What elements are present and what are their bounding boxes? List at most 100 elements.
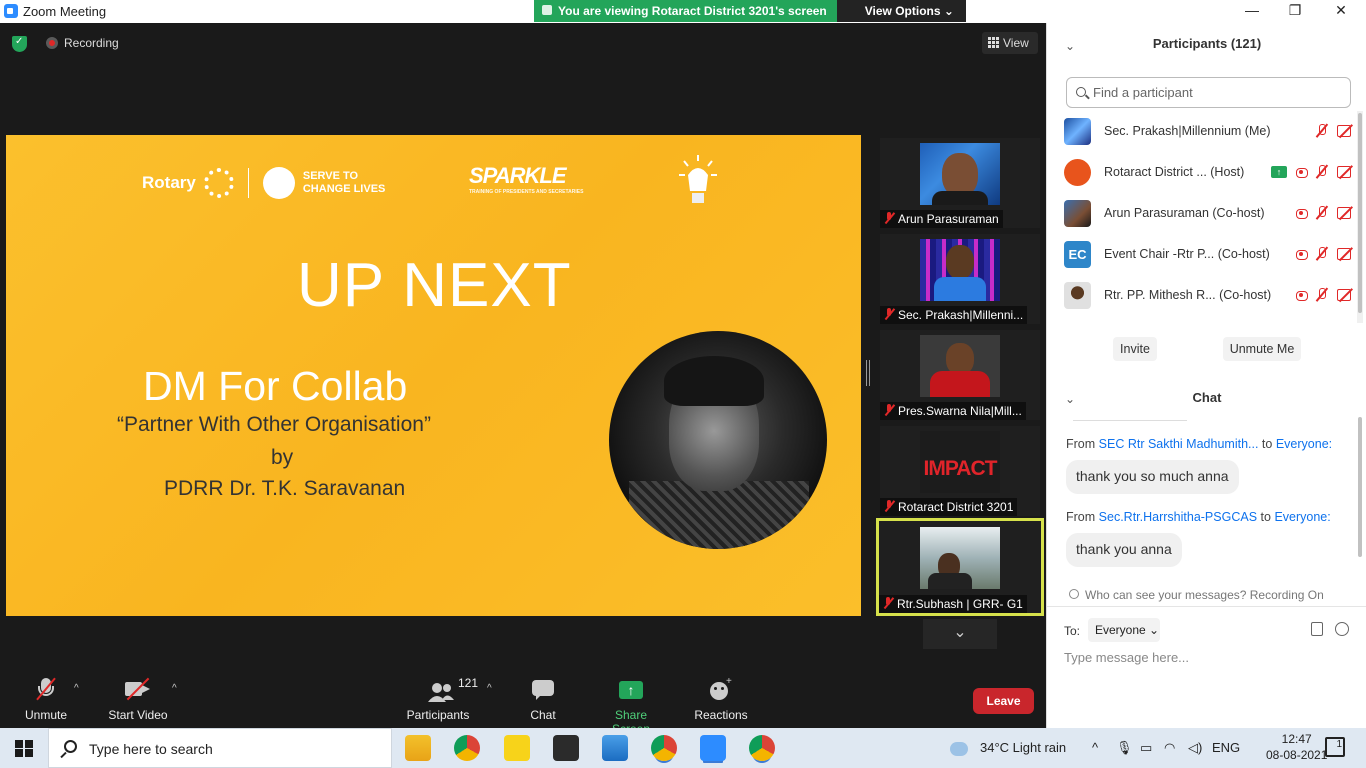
- invite-button[interactable]: Invite: [1113, 337, 1157, 361]
- language-indicator[interactable]: ENG: [1212, 740, 1240, 755]
- reactions-button[interactable]: + Reactions: [693, 676, 749, 722]
- recipient-select[interactable]: Everyone ⌄: [1088, 618, 1160, 642]
- participants-options-caret[interactable]: ^: [487, 683, 492, 694]
- participant-row[interactable]: Rotaract District ... (Host) ↑: [1064, 157, 1354, 187]
- volume-icon[interactable]: ◁): [1188, 740, 1202, 756]
- notification-center-icon[interactable]: 1: [1325, 737, 1345, 757]
- clock-time: 12:47: [1281, 732, 1312, 746]
- participants-button[interactable]: 121 Participants: [404, 676, 478, 722]
- find-participant-input[interactable]: Find a participant: [1066, 77, 1351, 108]
- mic-muted-icon: [884, 212, 894, 224]
- view-button[interactable]: View: [982, 32, 1038, 54]
- participants-scrollbar[interactable]: [1357, 111, 1363, 323]
- start-video-button[interactable]: Start Video: [106, 677, 170, 722]
- microphone-icon[interactable]: 🎙: [1116, 740, 1133, 756]
- video-options-caret[interactable]: ^: [172, 683, 177, 694]
- participant-photo: [920, 143, 1000, 205]
- participant-photo: IMPACT: [920, 431, 1000, 493]
- view-options-button[interactable]: View Options ⌄: [836, 0, 966, 22]
- speaker-name: PDRR Dr. T.K. Saravanan: [164, 477, 406, 500]
- close-button[interactable]: ✕: [1318, 0, 1364, 22]
- player-icon[interactable]: [504, 735, 530, 761]
- participant-name: Event Chair -Rtr P... (Co-host): [1104, 247, 1270, 261]
- viewing-banner-text: You are viewing Rotaract District 3201's…: [558, 4, 827, 18]
- participant-row[interactable]: Rtr. PP. Mithesh R... (Co-host): [1064, 280, 1354, 310]
- windows-taskbar: Type here to search 34°C Light rain ^ 🎙 …: [0, 728, 1366, 768]
- chat-bubble-icon: [532, 678, 554, 702]
- zoom-taskbar-icon[interactable]: [700, 735, 726, 761]
- recording-indicator: Recording: [46, 36, 119, 50]
- battery-icon[interactable]: ▭: [1140, 740, 1152, 756]
- sparkle-subtitle: TRAINING OF PRESIDENTS AND SECRETARIES: [469, 189, 584, 195]
- meeting-area: Recording View Rotary SERVE TOCHANGE LIV…: [0, 23, 1046, 736]
- store-icon[interactable]: [553, 735, 579, 761]
- minimize-button[interactable]: —: [1229, 0, 1275, 22]
- mic-muted-icon: [1315, 287, 1329, 302]
- recording-icon: [1295, 290, 1308, 301]
- mic-muted-icon: [884, 500, 894, 512]
- chat-recipient[interactable]: Everyone:: [1274, 510, 1330, 524]
- to-label: To:: [1064, 624, 1081, 638]
- maximize-button[interactable]: ❐: [1272, 0, 1318, 22]
- emoji-icon[interactable]: [1335, 622, 1349, 636]
- up-next-heading: UP NEXT: [297, 251, 572, 320]
- chat-scrollbar[interactable]: [1357, 413, 1363, 573]
- unmute-label: Unmute: [24, 708, 68, 722]
- chrome-icon[interactable]: [651, 735, 677, 761]
- video-thumbnail[interactable]: Pres.Swarna Nila|Mill...: [880, 330, 1040, 420]
- speaker-photo: [609, 331, 827, 549]
- rotary-text: Rotary: [142, 173, 196, 192]
- photos-icon[interactable]: [602, 735, 628, 761]
- video-thumbnail-active-speaker[interactable]: Rtr.Subhash | GRR- G1: [876, 518, 1044, 616]
- chat-sender[interactable]: Sec.Rtr.Harrshitha-PSGCAS: [1099, 510, 1257, 524]
- chat-sender[interactable]: SEC Rtr Sakthi Madhumith...: [1099, 437, 1259, 451]
- file-icon[interactable]: [1311, 622, 1323, 636]
- clock[interactable]: 12:47 08-08-2021: [1266, 731, 1327, 763]
- thumbnail-name: Rtr.Subhash | GRR- G1: [897, 597, 1023, 611]
- video-off-icon: [1337, 247, 1354, 260]
- chrome-icon[interactable]: [454, 735, 480, 761]
- video-thumbnail[interactable]: Sec. Prakash|Millenni...: [880, 234, 1040, 324]
- video-off-icon: [1337, 288, 1354, 301]
- video-camera-off-icon: [125, 677, 151, 702]
- weather-cloud-icon[interactable]: [950, 742, 968, 756]
- windows-start-icon[interactable]: [15, 740, 33, 757]
- who-can-see-messages-link[interactable]: Who can see your messages? Recording On: [1069, 588, 1324, 602]
- video-thumbnail[interactable]: IMPACT Rotaract District 3201: [880, 426, 1040, 516]
- chat-button[interactable]: Chat: [527, 678, 559, 722]
- rotary-logo: Rotary SERVE TO CHANGE LIVES: [142, 167, 385, 199]
- sharing-screen-icon: ↑: [1271, 165, 1287, 178]
- search-icon: [64, 740, 77, 753]
- resize-handle[interactable]: [866, 360, 870, 386]
- avatar: [1064, 158, 1091, 186]
- wifi-icon[interactable]: ◠: [1164, 740, 1175, 756]
- show-hidden-icons-icon[interactable]: ^: [1092, 740, 1098, 755]
- grid-icon: [988, 37, 999, 48]
- smiley-plus-icon: +: [710, 676, 732, 702]
- chat-panel-title: Chat: [1192, 390, 1222, 405]
- participant-name: Arun Parasuraman (Co-host): [1104, 206, 1265, 220]
- chat-message: thank you anna: [1066, 533, 1182, 567]
- chat-message-input[interactable]: Type message here...: [1064, 650, 1189, 665]
- audio-options-caret[interactable]: ^: [74, 683, 79, 694]
- participant-row[interactable]: Arun Parasuraman (Co-host): [1064, 198, 1354, 228]
- microphone-muted-icon: [36, 677, 56, 702]
- chrome-profile-icon[interactable]: [749, 735, 775, 761]
- video-thumbnail[interactable]: Arun Parasuraman: [880, 138, 1040, 228]
- video-off-icon: [1337, 165, 1354, 178]
- scroll-thumbnails-down-button[interactable]: ⌄: [923, 619, 997, 649]
- mic-muted-icon: [883, 597, 893, 609]
- weather-text[interactable]: 34°C Light rain: [980, 740, 1066, 755]
- unmute-me-button[interactable]: Unmute Me: [1223, 337, 1301, 361]
- unmute-button[interactable]: Unmute: [20, 677, 72, 722]
- leave-button[interactable]: Leave: [973, 688, 1034, 714]
- participant-row[interactable]: EC Event Chair -Rtr P... (Co-host): [1064, 239, 1354, 269]
- participant-photo: [920, 335, 1000, 397]
- file-explorer-icon[interactable]: [405, 735, 431, 761]
- participant-row[interactable]: Sec. Prakash|Millennium (Me): [1064, 116, 1354, 146]
- search-placeholder: Find a participant: [1093, 85, 1193, 100]
- taskbar-search-box[interactable]: Type here to search: [48, 728, 392, 768]
- chat-recipient[interactable]: Everyone:: [1276, 437, 1332, 451]
- encryption-shield-icon[interactable]: [12, 36, 27, 52]
- mic-muted-icon: [1315, 164, 1329, 179]
